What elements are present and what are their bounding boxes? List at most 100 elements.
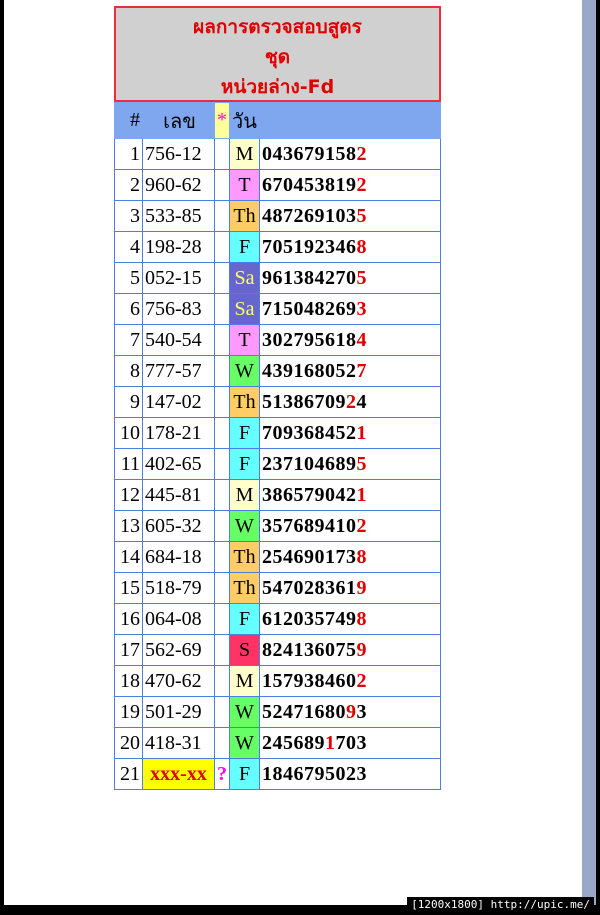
title-line-3: หน่วยล่าง-Fd	[220, 76, 335, 98]
row-digits: 1579384602	[259, 665, 441, 697]
row-day: F	[229, 758, 260, 790]
digits-before: 705192346	[262, 235, 357, 258]
table-row: 15 518-79 Th 5470283619	[114, 572, 441, 604]
table-row: 7 540-54 T 3027956184	[114, 324, 441, 356]
row-day: F	[229, 417, 260, 449]
row-number: 15	[114, 572, 143, 604]
digit-hit: 3	[356, 297, 367, 320]
digit-hit: 5	[356, 266, 367, 289]
row-digits: 2371046895	[259, 448, 441, 480]
row-day: F	[229, 603, 260, 635]
row-day: F	[229, 231, 260, 263]
row-number: 6	[114, 293, 143, 325]
digits-before: 302795618	[262, 328, 357, 351]
digits-before: 961384270	[262, 266, 357, 289]
row-star	[214, 138, 230, 170]
row-digits: 3027956184	[259, 324, 441, 356]
table-row: 14 684-18 Th 2546901738	[114, 541, 441, 573]
row-day: M	[229, 479, 260, 511]
row-day: F	[229, 448, 260, 480]
row-code: 756-83	[142, 293, 215, 325]
row-day: W	[229, 696, 260, 728]
row-digits: 6120357498	[259, 603, 441, 635]
row-number: 5	[114, 262, 143, 294]
digit-hit: 1	[356, 421, 367, 444]
row-number: 11	[114, 448, 143, 480]
digit-hit: 4	[356, 328, 367, 351]
row-digits: 9613842705	[259, 262, 441, 294]
table-row: 20 418-31 W 2456891703	[114, 727, 441, 759]
row-star	[214, 417, 230, 449]
digits-before: 1846795023	[262, 762, 367, 785]
row-digits: 0436791582	[259, 138, 441, 170]
row-code: 402-65	[142, 448, 215, 480]
row-digits: 5138670924	[259, 386, 441, 418]
row-day: Th	[229, 541, 260, 573]
row-number: 1	[114, 138, 143, 170]
digits-before: 52471680	[262, 700, 346, 723]
row-day: M	[229, 138, 260, 170]
row-number: 13	[114, 510, 143, 542]
header-code: เลข	[142, 102, 215, 139]
table-row: 11 402-65 F 2371046895	[114, 448, 441, 480]
row-number: 12	[114, 479, 143, 511]
digit-hit: 5	[356, 452, 367, 475]
row-star	[214, 293, 230, 325]
digits-after: 703	[335, 731, 367, 754]
row-star	[214, 510, 230, 542]
table-row: 17 562-69 S 8241360759	[114, 634, 441, 666]
digit-hit: 1	[325, 731, 336, 754]
row-number: 14	[114, 541, 143, 573]
row-code: xxx-xx	[142, 758, 215, 790]
table-row: 9 147-02 Th 5138670924	[114, 386, 441, 418]
row-number: 19	[114, 696, 143, 728]
row-star	[214, 572, 230, 604]
row-code: 540-54	[142, 324, 215, 356]
row-code: 684-18	[142, 541, 215, 573]
row-star	[214, 262, 230, 294]
row-code: 777-57	[142, 355, 215, 387]
row-digits: 4872691035	[259, 200, 441, 232]
row-number: 17	[114, 634, 143, 666]
row-star	[214, 634, 230, 666]
digits-before: 547028361	[262, 576, 357, 599]
row-code: 960-62	[142, 169, 215, 201]
row-number: 9	[114, 386, 143, 418]
row-star	[214, 386, 230, 418]
row-digits: 5247168093	[259, 696, 441, 728]
row-number: 2	[114, 169, 143, 201]
digit-hit: 2	[356, 142, 367, 165]
scrollbar-track[interactable]	[582, 0, 596, 905]
row-star	[214, 355, 230, 387]
row-code: 052-15	[142, 262, 215, 294]
digits-before: 824136075	[262, 638, 357, 661]
row-day: Th	[229, 572, 260, 604]
row-number: 16	[114, 603, 143, 635]
row-digits: 7150482693	[259, 293, 441, 325]
digits-before: 51386709	[262, 390, 346, 413]
digits-after: 4	[356, 390, 367, 413]
results-body: 1 756-12 M 0436791582 2 960-62 T 6704538192 3 533…	[114, 138, 441, 790]
digits-before: 439168052	[262, 359, 357, 382]
table-row: 4 198-28 F 7051923468	[114, 231, 441, 263]
digits-before: 715048269	[262, 297, 357, 320]
row-star: ?	[214, 758, 230, 790]
header-digits	[259, 102, 441, 139]
row-code: 756-12	[142, 138, 215, 170]
row-number: 20	[114, 727, 143, 759]
table-row: 19 501-29 W 5247168093	[114, 696, 441, 728]
digit-hit: 5	[356, 204, 367, 227]
row-day: T	[229, 169, 260, 201]
row-code: 198-28	[142, 231, 215, 263]
header-day: วัน	[229, 102, 260, 139]
row-code: 605-32	[142, 510, 215, 542]
row-digits: 5470283619	[259, 572, 441, 604]
digits-before: 237104689	[262, 452, 357, 475]
results-table: # เลข * วัน 1 756-12 M 0436791582 2 960-62 T 67…	[114, 102, 441, 790]
row-digits: 8241360759	[259, 634, 441, 666]
row-digits: 7051923468	[259, 231, 441, 263]
digits-before: 357689410	[262, 514, 357, 537]
digits-before: 487269103	[262, 204, 357, 227]
table-row: 21 xxx-xx? F 1846795023	[114, 758, 441, 790]
row-number: 18	[114, 665, 143, 697]
